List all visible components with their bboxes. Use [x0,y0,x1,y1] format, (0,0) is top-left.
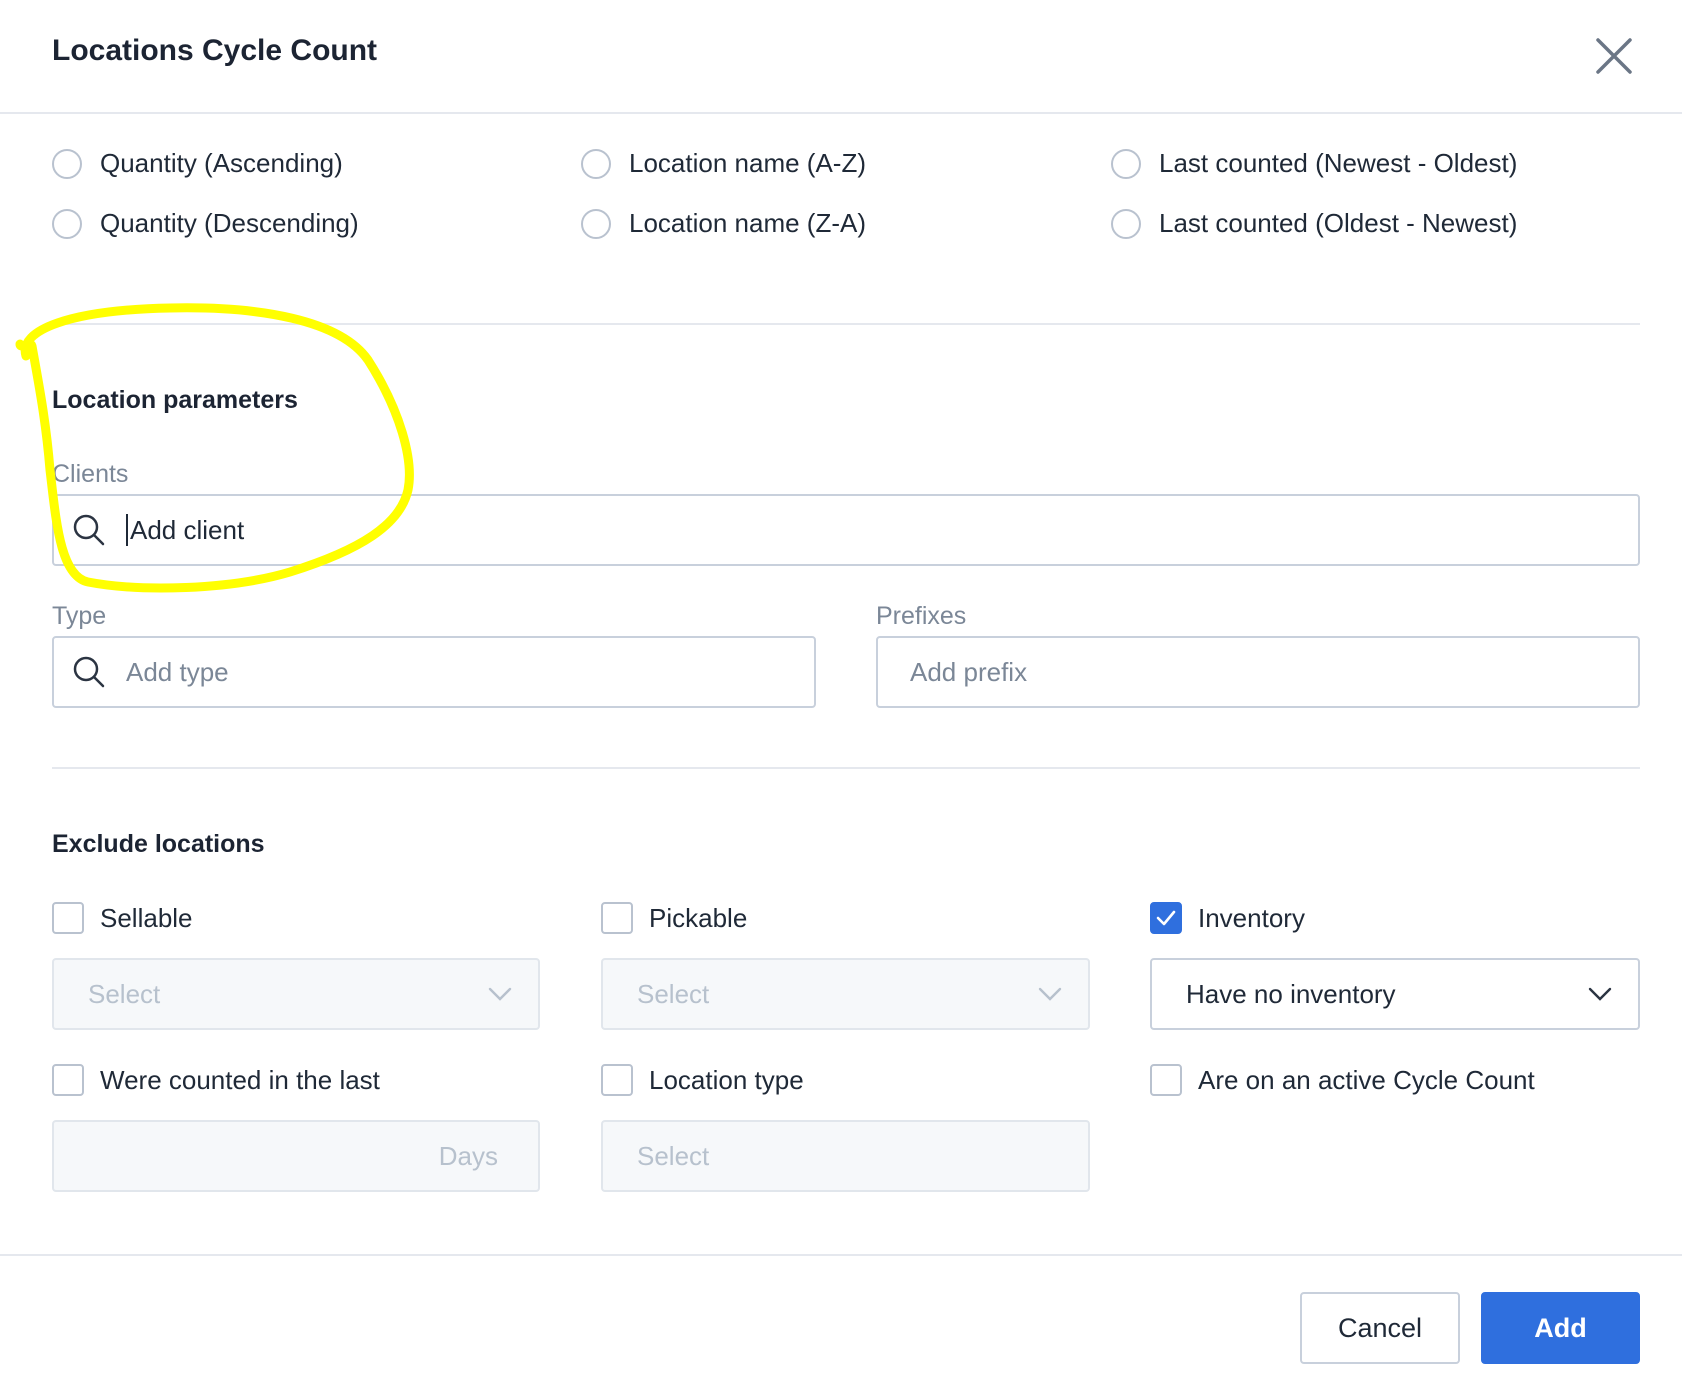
counted-checkbox[interactable] [52,1064,84,1096]
radio-button[interactable] [52,148,82,179]
sellable-checkbox[interactable] [52,902,84,934]
days-input[interactable]: Days [52,1120,540,1192]
sort-option-quantity-asc[interactable]: Quantity (Ascending) [52,148,343,179]
sellable-select[interactable]: Select [52,958,540,1030]
inventory-checkbox[interactable] [1150,902,1182,934]
type-input-placeholder: Add type [126,656,229,687]
section-divider [52,767,1640,769]
inventory-select[interactable]: Have no inventory [1150,958,1640,1030]
location-type-checkbox[interactable] [601,1064,633,1096]
location-type-select[interactable]: Select [601,1120,1090,1192]
location-parameters-title: Location parameters [52,386,298,414]
counted-checkbox-row[interactable]: Were counted in the last [52,1064,380,1096]
sort-option-last-counted-oldest[interactable]: Last counted (Oldest - Newest) [1111,208,1517,239]
radio-button[interactable] [581,148,611,179]
cancel-button[interactable]: Cancel [1300,1292,1460,1364]
prefixes-input-placeholder: Add prefix [910,656,1028,687]
type-label: Type [52,602,107,630]
modal-title: Locations Cycle Count [52,34,378,67]
sort-option-location-za[interactable]: Location name (Z-A) [581,208,866,239]
sort-option-location-az[interactable]: Location name (A-Z) [581,148,866,179]
text-cursor [126,514,128,546]
radio-button[interactable] [581,208,611,239]
exclude-locations-title: Exclude locations [52,830,265,858]
radio-button[interactable] [1111,148,1141,179]
clients-label: Clients [52,460,129,488]
add-button[interactable]: Add [1481,1292,1640,1364]
footer-divider [0,1254,1682,1256]
sellable-checkbox-row[interactable]: Sellable [52,902,193,934]
clients-input-placeholder: Add client [130,514,245,545]
active-cycle-checkbox-row[interactable]: Are on an active Cycle Count [1150,1064,1535,1096]
days-unit: Days [438,1140,498,1171]
search-icon [73,514,105,546]
prefixes-input[interactable]: Add prefix [876,636,1640,708]
inventory-checkbox-row[interactable]: Inventory [1150,902,1305,934]
close-icon[interactable] [1592,34,1636,78]
radio-button[interactable] [1111,208,1141,239]
sort-option-last-counted-newest[interactable]: Last counted (Newest - Oldest) [1111,148,1517,179]
chevron-down-icon [1588,987,1612,1001]
chevron-down-icon [1038,987,1062,1001]
location-type-checkbox-row[interactable]: Location type [601,1064,804,1096]
type-input[interactable]: Add type [52,636,816,708]
radio-button[interactable] [52,208,82,239]
clients-input[interactable]: Add client [52,494,1640,566]
sort-option-quantity-desc[interactable]: Quantity (Descending) [52,208,359,239]
chevron-down-icon [488,987,512,1001]
prefixes-label: Prefixes [876,602,967,630]
pickable-select[interactable]: Select [601,958,1090,1030]
pickable-checkbox-row[interactable]: Pickable [601,902,747,934]
active-cycle-checkbox[interactable] [1150,1064,1182,1096]
pickable-checkbox[interactable] [601,902,633,934]
section-divider [52,323,1640,325]
search-icon [73,656,105,688]
checkmark-icon [1156,910,1176,926]
